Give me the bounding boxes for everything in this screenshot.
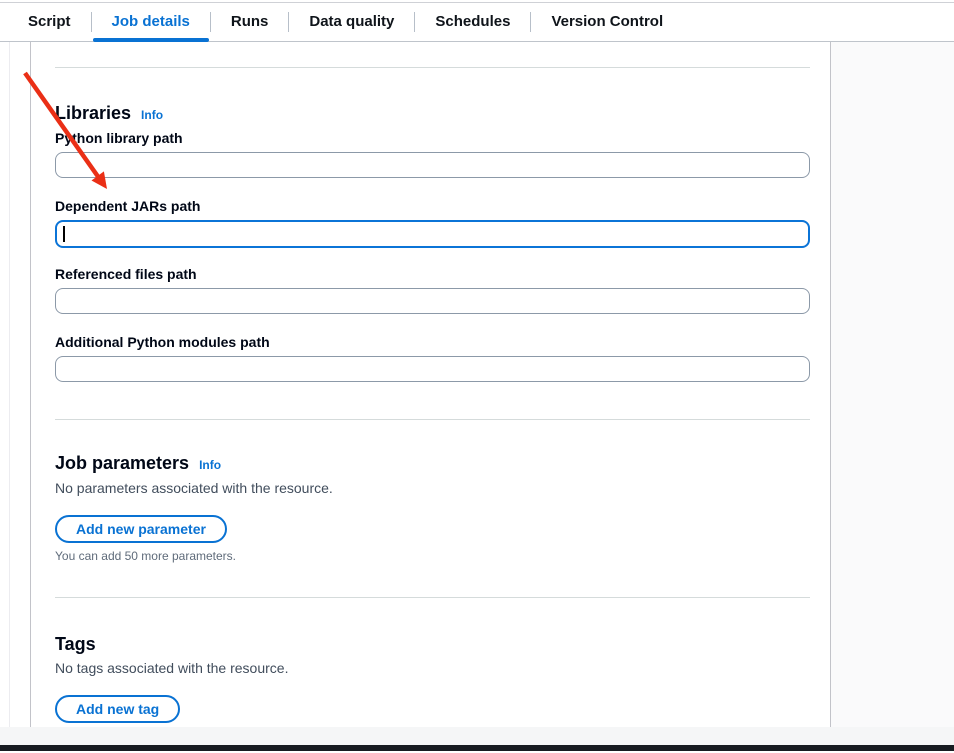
add-new-parameter-button[interactable]: Add new parameter <box>55 515 227 543</box>
tab-script[interactable]: Script <box>28 3 91 41</box>
job-parameters-section-header: Job parameters Info <box>55 452 221 474</box>
dependent-jars-path-label: Dependent JARs path <box>55 198 200 215</box>
job-parameters-empty-text: No parameters associated with the resour… <box>55 480 333 497</box>
libraries-info-link[interactable]: Info <box>141 108 163 122</box>
tags-section-header: Tags <box>55 633 96 655</box>
text-cursor <box>63 226 65 242</box>
python-library-path-input[interactable] <box>55 152 810 178</box>
panel-left-border <box>30 42 31 727</box>
tab-schedules[interactable]: Schedules <box>415 3 530 41</box>
dependent-jars-path-input[interactable] <box>55 220 810 248</box>
right-gutter <box>831 42 954 727</box>
add-new-tag-button[interactable]: Add new tag <box>55 695 180 723</box>
job-parameters-hint-text: You can add 50 more parameters. <box>55 549 236 564</box>
left-gutter-line <box>9 42 10 727</box>
tags-title: Tags <box>55 633 96 655</box>
additional-python-modules-path-label: Additional Python modules path <box>55 334 270 351</box>
libraries-title: Libraries <box>55 102 131 124</box>
window-bottom-bar <box>0 745 954 751</box>
referenced-files-path-label: Referenced files path <box>55 266 197 283</box>
job-parameters-title: Job parameters <box>55 452 189 474</box>
tags-empty-text: No tags associated with the resource. <box>55 660 288 677</box>
tab-job-details[interactable]: Job details <box>92 3 210 41</box>
tab-runs[interactable]: Runs <box>211 3 289 41</box>
section-divider <box>55 597 810 598</box>
additional-python-modules-path-input[interactable] <box>55 356 810 382</box>
section-divider <box>55 67 810 68</box>
tab-bar: Script Job details Runs Data quality Sch… <box>0 3 954 42</box>
bottom-strip <box>0 727 954 745</box>
tab-data-quality[interactable]: Data quality <box>289 3 414 41</box>
referenced-files-path-input[interactable] <box>55 288 810 314</box>
tab-version-control[interactable]: Version Control <box>531 3 683 41</box>
libraries-section-header: Libraries Info <box>55 102 163 124</box>
panel-right-border <box>830 42 831 727</box>
section-divider <box>55 419 810 420</box>
python-library-path-label: Python library path <box>55 130 183 147</box>
job-parameters-info-link[interactable]: Info <box>199 458 221 472</box>
job-details-page: Script Job details Runs Data quality Sch… <box>0 0 954 753</box>
